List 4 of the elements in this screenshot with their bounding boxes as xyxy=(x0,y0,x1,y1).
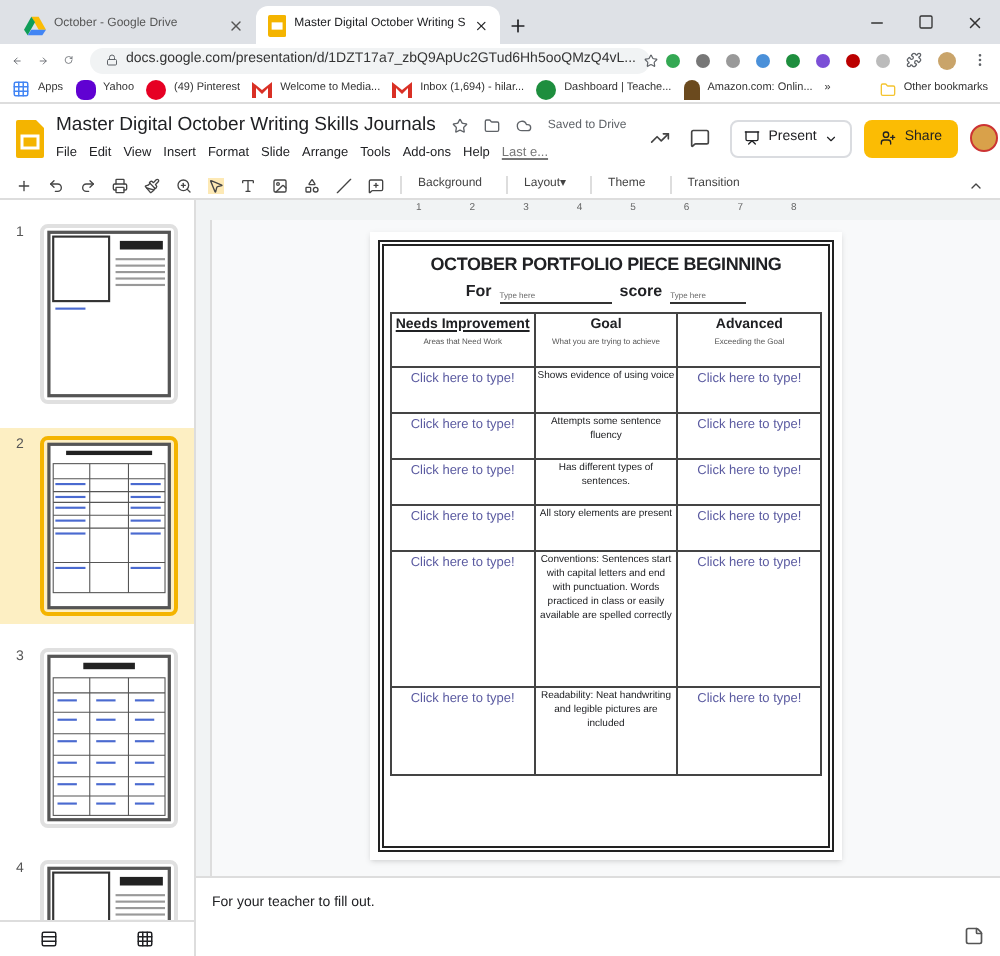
document-title[interactable]: Master Digital October Writing Skills Journals xyxy=(56,112,436,141)
slide-title: OCTOBER PORTFOLIO PIECE BEGINNING xyxy=(428,252,784,278)
for-label: For xyxy=(465,279,492,303)
score-label: score xyxy=(619,279,663,303)
